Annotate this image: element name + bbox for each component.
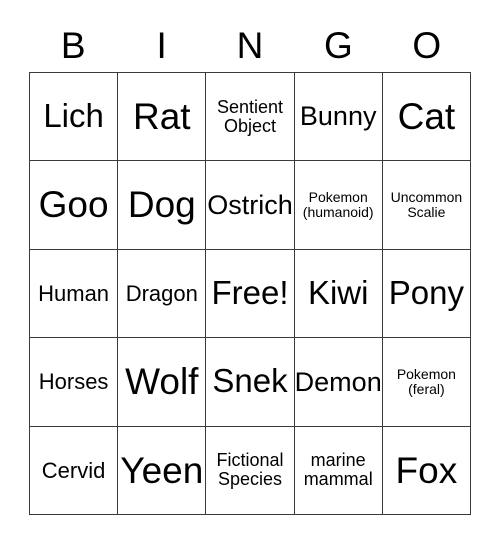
bingo-card: B I N G O Lich Rat Sentient Object Bunny… (29, 18, 471, 515)
bingo-cell[interactable]: Cervid (30, 426, 119, 515)
bingo-cell-label: Cat (397, 96, 456, 138)
bingo-cell[interactable]: Dragon (118, 249, 207, 339)
bingo-cell[interactable]: Ostrich (206, 161, 295, 250)
bingo-cell-label: Demon (294, 366, 382, 397)
bingo-cell[interactable]: Bunny (294, 73, 383, 162)
bingo-cell-label: Fictional Species (216, 450, 284, 490)
bingo-cell-label: Bunny (299, 101, 377, 132)
bingo-header-letter-g: G (324, 24, 353, 66)
bingo-grid: Lich Rat Sentient Object Bunny Cat Goo D… (29, 72, 471, 515)
bingo-cell[interactable]: Pony (382, 249, 471, 339)
bingo-cell[interactable]: Sentient Object (206, 73, 295, 162)
bingo-cell[interactable]: Uncommon Scalie (382, 161, 471, 250)
bingo-cell-label: Free! (211, 273, 289, 311)
bingo-cell[interactable]: Goo (30, 161, 119, 250)
bingo-header-letter-b: B (60, 24, 86, 66)
bingo-cell[interactable]: Snek (206, 338, 295, 427)
bingo-cell-label: Fox (395, 449, 458, 491)
bingo-cell-label: Pony (388, 273, 464, 311)
bingo-cell-label: Human (38, 280, 110, 306)
bingo-cell[interactable]: Fictional Species (206, 426, 295, 515)
bingo-cell[interactable]: Lich (30, 73, 119, 162)
bingo-cell-label: Ostrich (207, 189, 293, 220)
bingo-cell-label: Kiwi (307, 273, 369, 311)
bingo-cell[interactable]: Demon (294, 338, 383, 427)
bingo-cell-label: Wolf (125, 361, 199, 403)
bingo-cell[interactable]: Yeen (118, 426, 207, 515)
bingo-cell-label: Sentient Object (216, 96, 284, 136)
bingo-header-letter-o: O (412, 24, 442, 66)
bingo-header-letter-i: I (156, 24, 167, 66)
bingo-cell[interactable]: Horses (30, 338, 119, 427)
bingo-cell-label: Dragon (125, 280, 198, 306)
bingo-cell[interactable]: Rat (118, 73, 207, 162)
bingo-cell-label: marine mammal (303, 450, 373, 490)
bingo-cell[interactable]: Wolf (118, 338, 207, 427)
bingo-cell[interactable]: Kiwi (294, 249, 383, 339)
bingo-cell-label: Uncommon Scalie (390, 189, 463, 221)
bingo-header-letter-n: N (236, 24, 264, 66)
bingo-cell-label: Pokemon (humanoid) (302, 189, 374, 221)
bingo-cell[interactable]: marine mammal (294, 426, 383, 515)
bingo-cell-label: Cervid (41, 457, 106, 483)
bingo-cell-label: Snek (212, 362, 288, 400)
bingo-cell-label: Lich (43, 97, 104, 135)
bingo-cell-label: Rat (133, 96, 191, 138)
bingo-cell[interactable]: Pokemon (humanoid) (294, 161, 383, 250)
bingo-cell[interactable]: Dog (118, 161, 207, 250)
bingo-cell-label: Dog (127, 184, 196, 226)
bingo-cell[interactable]: Cat (382, 73, 471, 162)
bingo-cell-label: Goo (38, 184, 109, 226)
bingo-cell-label: Horses (38, 369, 109, 395)
bingo-cell[interactable]: Human (30, 249, 119, 339)
bingo-cell[interactable]: Fox (382, 426, 471, 515)
bingo-cell-label: Yeen (120, 449, 204, 491)
bingo-cell-label: Pokemon (feral) (396, 366, 456, 397)
bingo-header-row: B I N G O (29, 18, 471, 72)
bingo-cell[interactable]: Pokemon (feral) (382, 338, 471, 427)
bingo-cell-free-space[interactable]: Free! (206, 249, 295, 339)
